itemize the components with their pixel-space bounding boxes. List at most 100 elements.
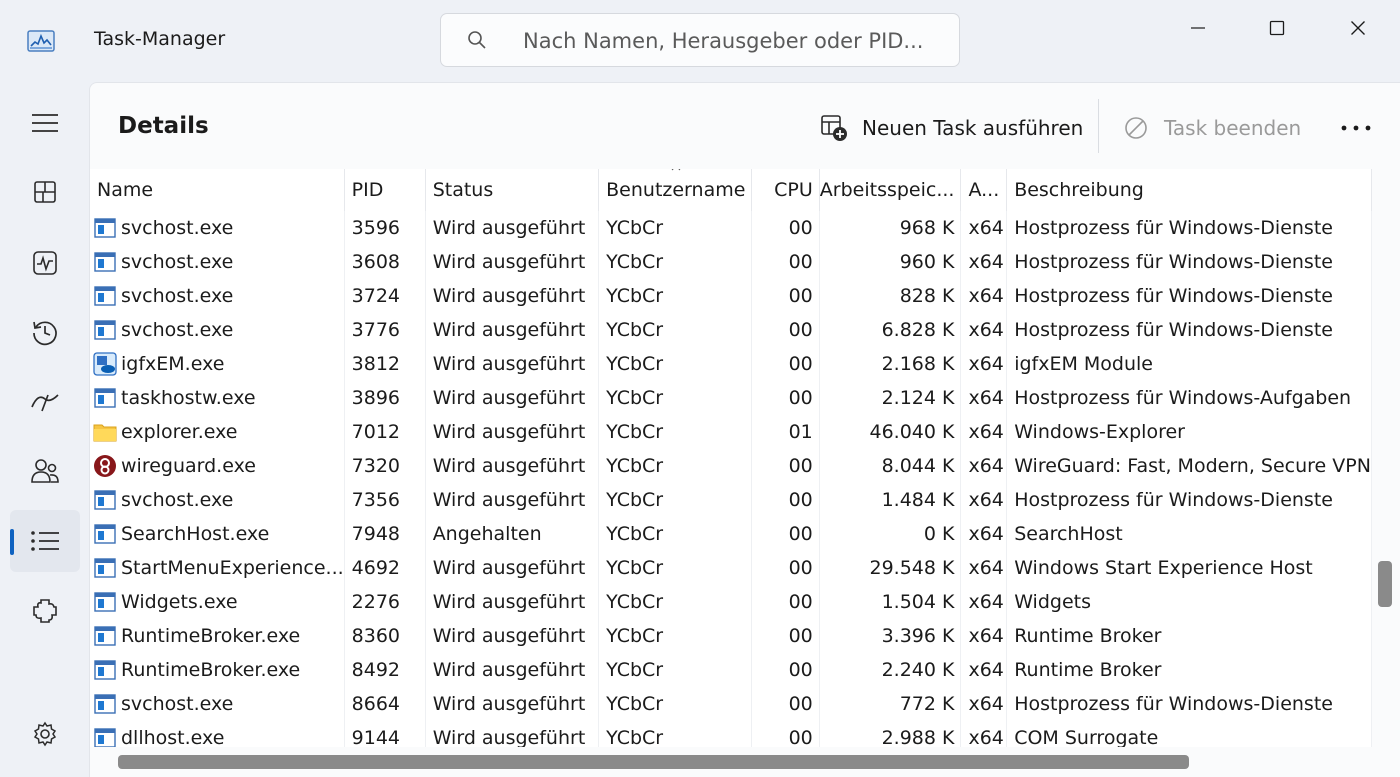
cell-description: igfxEM Module: [1006, 347, 1372, 381]
process-name: explorer.exe: [121, 421, 238, 443]
nav-menu-toggle[interactable]: [10, 92, 80, 154]
cell-name: SearchHost.exe: [90, 517, 345, 551]
cell-architecture: x64: [960, 279, 1008, 313]
nav-item-startup-apps[interactable]: [10, 370, 80, 432]
table-row[interactable]: explorer.exe 7012 Wird ausgeführt YCbCr 01 46…: [90, 415, 1372, 449]
cell-memory: 0 K: [819, 517, 962, 551]
end-task-button[interactable]: Task beenden: [1124, 111, 1301, 145]
search-input[interactable]: [521, 24, 945, 58]
cell-architecture: x64: [960, 415, 1008, 449]
cell-status: Wird ausgeführt: [425, 313, 600, 347]
column-header-architecture[interactable]: A...: [960, 169, 1008, 211]
cell-cpu: 00: [751, 381, 820, 415]
nav-item-app-history[interactable]: [10, 301, 80, 363]
process-name: svchost.exe: [121, 251, 234, 273]
column-header-username[interactable]: Benutzername: [598, 169, 752, 211]
cell-cpu: 00: [751, 551, 820, 585]
process-name: SearchHost.exe: [121, 523, 270, 545]
cell-architecture: x64: [960, 313, 1008, 347]
cell-description: Hostprozess für Windows-Dienste: [1006, 211, 1372, 245]
cell-cpu: 00: [751, 211, 820, 245]
cell-cpu: 00: [751, 347, 820, 381]
cell-pid: 9144: [344, 721, 426, 747]
table-row[interactable]: Widgets.exe 2276 Wird ausgeführt YCbCr 00 1.5…: [90, 585, 1372, 619]
cell-pid: 3896: [344, 381, 426, 415]
cell-name: explorer.exe: [90, 415, 345, 449]
minimize-icon: [1191, 27, 1205, 29]
nav-item-processes[interactable]: [10, 161, 80, 223]
cell-memory: 46.040 K: [819, 415, 962, 449]
column-header-description[interactable]: Beschreibung: [1006, 169, 1372, 211]
process-name: RuntimeBroker.exe: [121, 659, 301, 681]
cell-description: SearchHost: [1006, 517, 1372, 551]
process-generic-exe-icon: [93, 590, 117, 614]
cell-memory: 1.484 K: [819, 483, 962, 517]
cell-username: YCbCr: [598, 619, 752, 653]
cell-cpu: 00: [751, 279, 820, 313]
cell-pid: 7012: [344, 415, 426, 449]
cell-name: svchost.exe: [90, 211, 345, 245]
cell-status: Wird ausgeführt: [425, 347, 600, 381]
table-row[interactable]: RuntimeBroker.exe 8492 Wird ausgeführt YCbC…: [90, 653, 1372, 687]
table-row[interactable]: svchost.exe 8664 Wird ausgeführt YCbCr 00 772…: [90, 687, 1372, 721]
page-title: Details: [118, 113, 209, 139]
nav-item-services[interactable]: [10, 580, 80, 642]
process-name: StartMenuExperience...: [121, 557, 344, 579]
cell-status: Wird ausgeführt: [425, 381, 600, 415]
cell-status: Wird ausgeführt: [425, 619, 600, 653]
settings-icon: [33, 721, 57, 747]
startup-apps-icon: [31, 394, 59, 412]
cell-pid: 7356: [344, 483, 426, 517]
cell-architecture: x64: [960, 619, 1008, 653]
cell-description: Hostprozess für Windows-Aufgaben: [1006, 381, 1372, 415]
close-icon: [1351, 21, 1365, 35]
table-row[interactable]: svchost.exe 7356 Wird ausgeführt YCbCr 00 1.4…: [90, 483, 1372, 517]
search-box[interactable]: [440, 13, 960, 67]
table-row[interactable]: taskhostw.exe 3896 Wird ausgeführt YCbCr 00 2…: [90, 381, 1372, 415]
cell-username: YCbCr: [598, 245, 752, 279]
minimize-button[interactable]: [1175, 10, 1221, 46]
nav-item-details[interactable]: [10, 510, 80, 572]
cell-username: YCbCr: [598, 585, 752, 619]
table-row[interactable]: svchost.exe 3776 Wird ausgeführt YCbCr 00 6.8…: [90, 313, 1372, 347]
users-icon: [31, 459, 59, 483]
nav-item-settings[interactable]: [10, 703, 80, 765]
cell-description: Windows-Explorer: [1006, 415, 1372, 449]
table-row[interactable]: SearchHost.exe 7948 Angehalten YCbCr 00 0 Kx6…: [90, 517, 1372, 551]
process-generic-exe-icon: [93, 692, 117, 716]
column-header-status[interactable]: Status: [425, 169, 600, 211]
cell-memory: 2.168 K: [819, 347, 962, 381]
table-row[interactable]: dllhost.exe 9144 Wird ausgeführt YCbCr 00 2.9…: [90, 721, 1372, 747]
column-header-pid[interactable]: PID: [344, 169, 426, 211]
cell-cpu: 00: [751, 687, 820, 721]
cell-pid: 8360: [344, 619, 426, 653]
column-header-memory[interactable]: Arbeitsspeic...: [819, 169, 962, 211]
more-options-button[interactable]: [1338, 111, 1374, 145]
cell-pid: 3812: [344, 347, 426, 381]
cell-name: svchost.exe: [90, 483, 345, 517]
cell-pid: 3776: [344, 313, 426, 347]
table-row[interactable]: igfxEM.exe 3812 Wird ausgeführt YCbCr 00 2.16…: [90, 347, 1372, 381]
horizontal-scrollbar-thumb[interactable]: [118, 755, 1189, 769]
cell-architecture: x64: [960, 381, 1008, 415]
nav-item-users[interactable]: [10, 440, 80, 502]
table-row[interactable]: StartMenuExperience... 4692 Wird ausgeführ…: [90, 551, 1372, 585]
table-row[interactable]: svchost.exe 3596 Wird ausgeführt YCbCr 00 968…: [90, 211, 1372, 245]
table-row[interactable]: svchost.exe 3608 Wird ausgeführt YCbCr 00 960…: [90, 245, 1372, 279]
table-row[interactable]: RuntimeBroker.exe 8360 Wird ausgeführt YCbC…: [90, 619, 1372, 653]
vertical-scrollbar-thumb[interactable]: [1378, 561, 1392, 607]
column-header-cpu[interactable]: CPU: [751, 169, 820, 211]
cell-pid: 7948: [344, 517, 426, 551]
column-header-name[interactable]: Name: [90, 169, 345, 211]
cell-status: Wird ausgeführt: [425, 687, 600, 721]
table-row[interactable]: wireguard.exe 7320 Wird ausgeführt YCbCr 00 8…: [90, 449, 1372, 483]
cell-cpu: 00: [751, 313, 820, 347]
column-header-username-label: Benutzername: [606, 179, 746, 201]
run-new-task-button[interactable]: Neuen Task ausführen: [820, 111, 1083, 145]
close-button[interactable]: [1335, 10, 1381, 46]
table-row[interactable]: svchost.exe 3724 Wird ausgeführt YCbCr 00 828…: [90, 279, 1372, 313]
cell-username: YCbCr: [598, 313, 752, 347]
maximize-button[interactable]: [1254, 10, 1300, 46]
nav-item-performance[interactable]: [10, 232, 80, 294]
more-options-icon: [1341, 125, 1371, 131]
